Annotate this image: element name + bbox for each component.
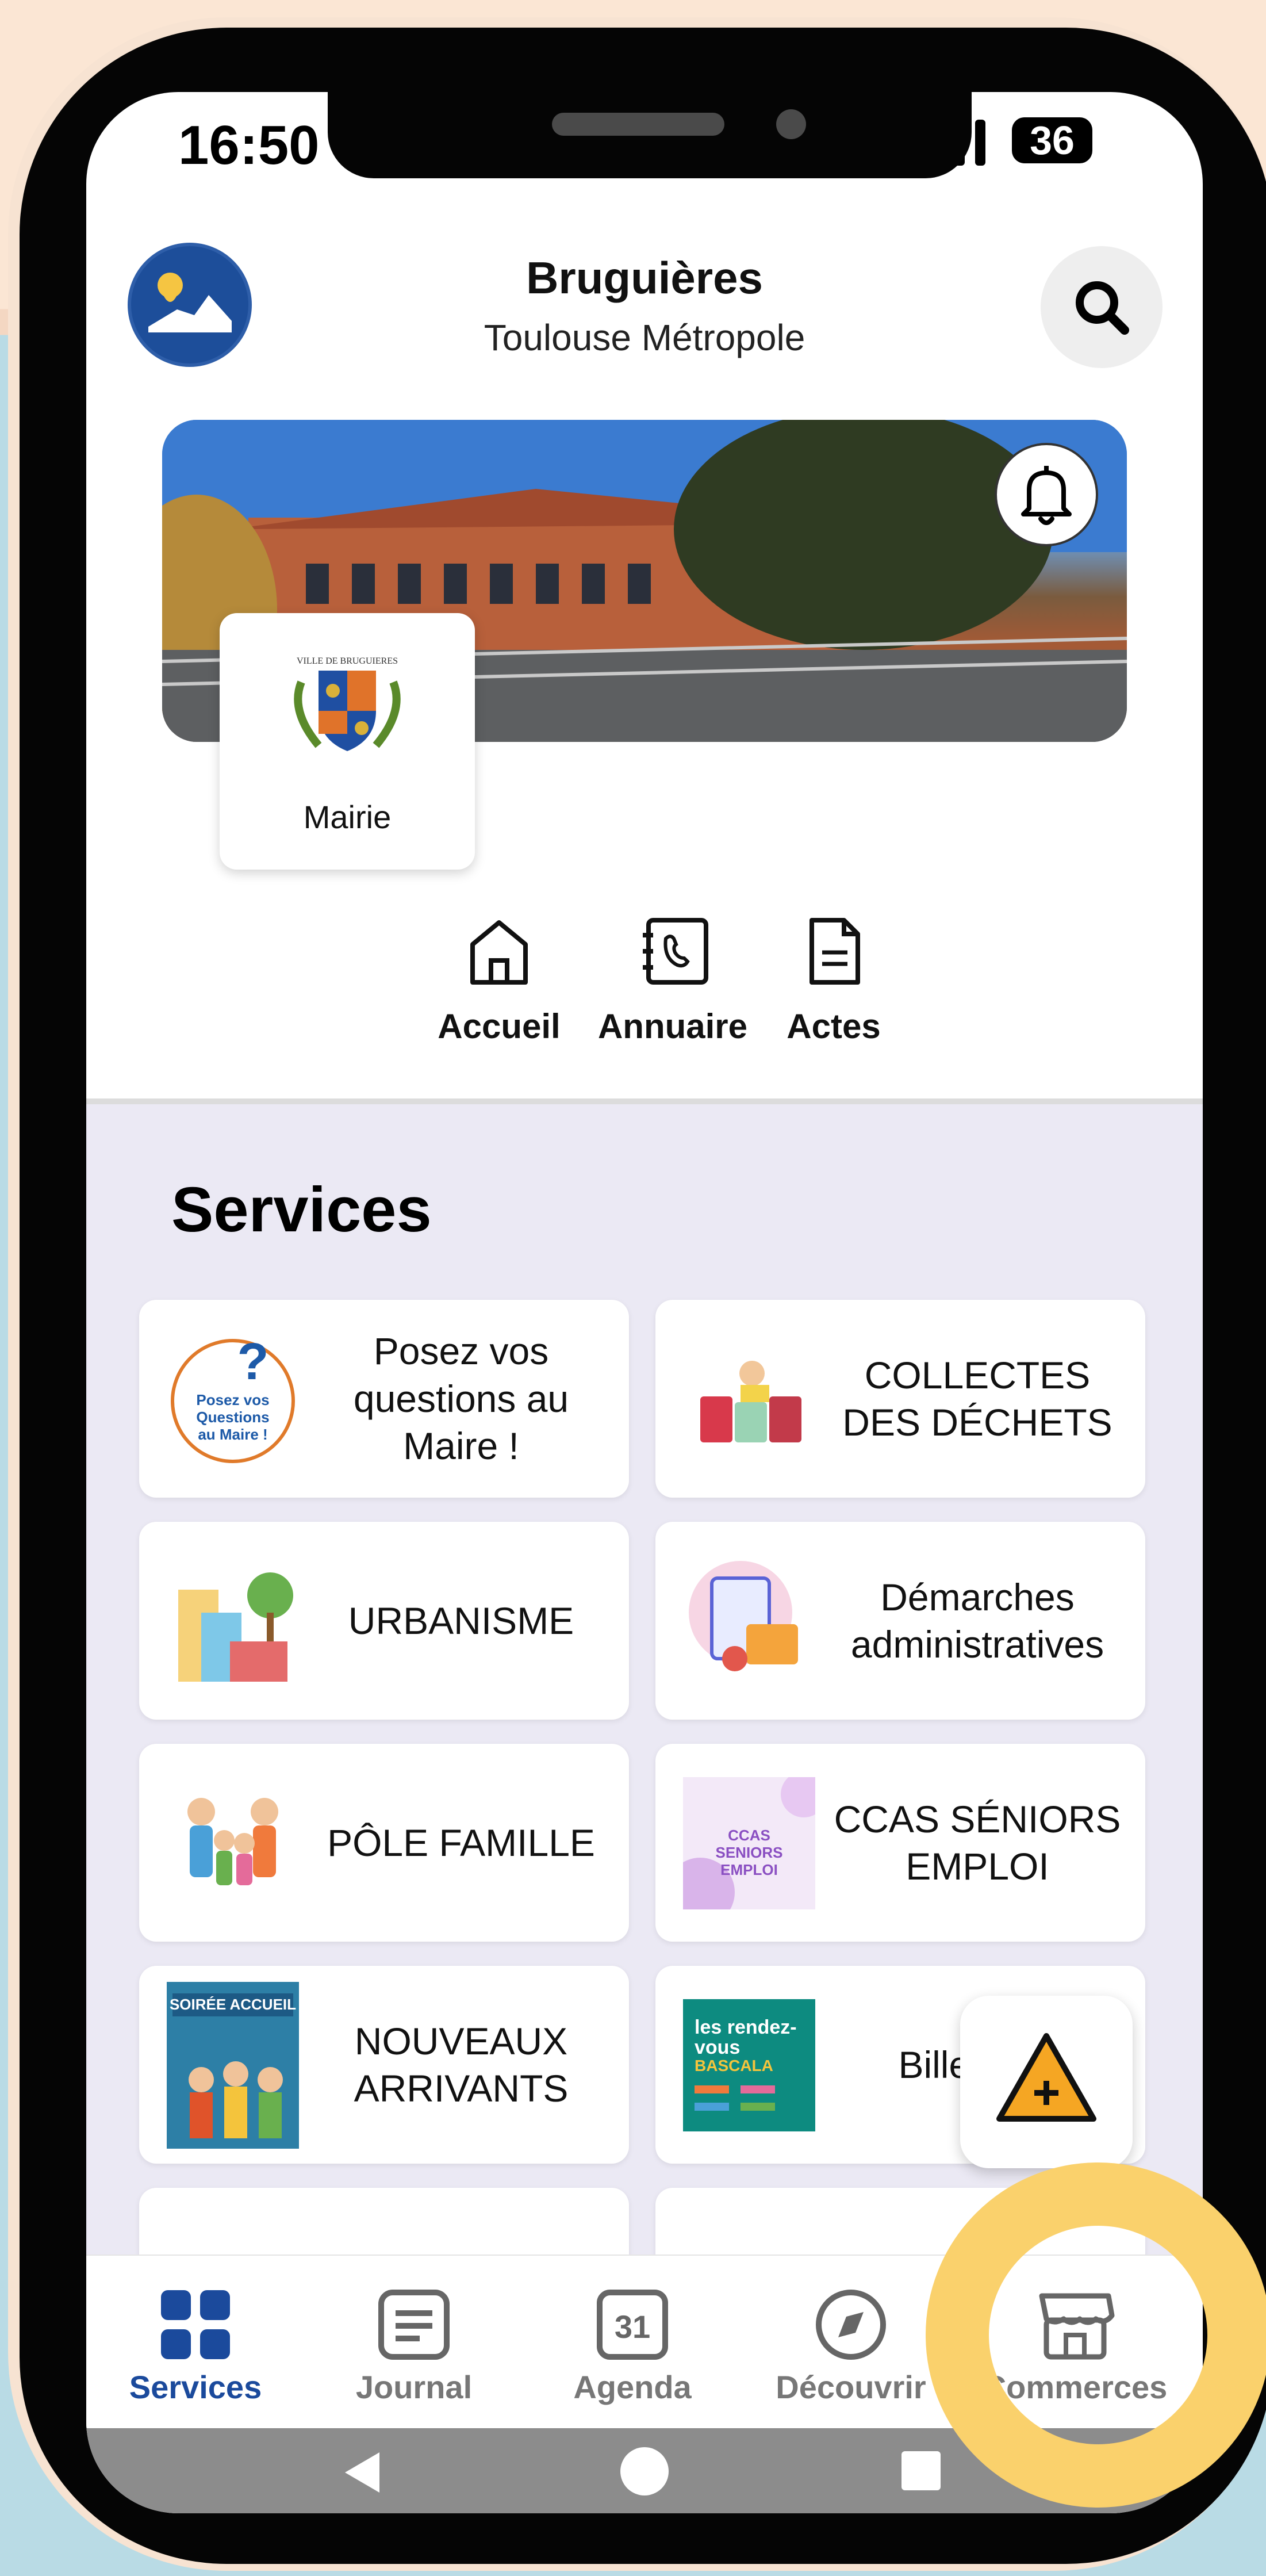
city-buildings-icon [178, 1572, 293, 1682]
nouveaux-arrivants-thumb: SOIRÉE ACCUEIL [167, 1982, 299, 2149]
crest-text: VILLE DE BRUGUIERES [297, 656, 398, 666]
svg-text:EMPLOI: EMPLOI [720, 1861, 778, 1878]
service-card-collectes-dechets[interactable]: COLLECTES DES DÉCHETS [655, 1300, 1145, 1498]
tab-label: Journal [355, 2369, 473, 2405]
warning-plus-icon [996, 2033, 1096, 2122]
service-label: URBANISME [348, 1599, 574, 1642]
status-time: 16:50 [178, 114, 320, 176]
service-card-pole-famille[interactable]: PÔLE FAMILLE [139, 1744, 629, 1942]
svg-text:?: ? [237, 1333, 269, 1391]
commerces-highlight-ring [926, 2162, 1266, 2508]
report-alert-button[interactable] [960, 1996, 1133, 2168]
home-icon [470, 920, 528, 985]
battery-indicator: 36 [1012, 117, 1092, 163]
svg-text:les rendez-: les rendez- [695, 2016, 797, 2038]
svg-text:CCAS: CCAS [728, 1827, 770, 1844]
svg-text:vous: vous [695, 2037, 740, 2058]
document-icon [810, 918, 860, 985]
tab-journal[interactable]: Journal [305, 2256, 523, 2428]
notifications-button[interactable] [995, 443, 1098, 546]
tab-agenda[interactable]: 31 Agenda [523, 2256, 742, 2428]
quick-nav-accueil-label[interactable]: Accueil [401, 1006, 597, 1046]
tab-label: Agenda [573, 2369, 692, 2405]
service-card-nouveaux-arrivants[interactable]: SOIRÉE ACCUEIL NOUVEAUX ARRIVANTS [139, 1966, 629, 2164]
mairie-crest-icon: VILLE DE BRUGUIERES [294, 656, 401, 751]
recent-apps-icon[interactable] [898, 2448, 944, 2494]
service-card-urbanisme[interactable]: URBANISME [139, 1522, 629, 1720]
city-name: Bruguières [526, 252, 763, 303]
svg-text:BASCALA: BASCALA [695, 2057, 773, 2074]
service-card-demarches[interactable]: Démarches administratives [655, 1522, 1145, 1720]
tab-label: Découvrir [776, 2369, 926, 2405]
phone-book-icon [643, 918, 708, 985]
services-title: Services [171, 1174, 432, 1245]
camera [776, 109, 806, 139]
divider [86, 1098, 1203, 1104]
waste-bins-icon [700, 1361, 801, 1442]
calendar-icon: 31 [597, 2290, 668, 2360]
questions-maire-thumb: ? Posez vos Questions au Maire ! [171, 1333, 295, 1463]
service-label: Démarches administratives [850, 1575, 1104, 1666]
svg-text:SOIRÉE ACCUEIL: SOIRÉE ACCUEIL [170, 1996, 296, 2013]
region-name: Toulouse Métropole [484, 317, 805, 358]
family-icon [187, 1798, 278, 1885]
bell-icon [1021, 466, 1072, 525]
bascala-thumb: les rendez- vous BASCALA [683, 1999, 815, 2131]
home-nav-icon[interactable] [619, 2445, 670, 2497]
svg-text:Questions: Questions [196, 1408, 269, 1426]
search-icon [1076, 281, 1129, 335]
admin-documents-icon [689, 1561, 798, 1671]
back-icon[interactable] [339, 2447, 391, 2498]
grid-icon [161, 2290, 230, 2359]
ccas-thumb: CCAS SENIORS EMPLOI [683, 1777, 815, 1909]
newspaper-icon [378, 2290, 450, 2360]
mairie-label: Mairie [303, 799, 392, 835]
tab-label: Services [129, 2369, 262, 2405]
svg-text:Posez vos: Posez vos [196, 1391, 269, 1408]
search-button[interactable] [1041, 246, 1163, 368]
calendar-day: 31 [615, 2309, 650, 2345]
service-card-ccas[interactable]: CCAS SENIORS EMPLOI CCAS SÉNIORS EMPLOI [655, 1744, 1145, 1942]
service-card-questions-maire[interactable]: ? Posez vos Questions au Maire ! Posez v… [139, 1300, 629, 1498]
svg-text:au Maire !: au Maire ! [198, 1426, 267, 1443]
svg-text:SENIORS: SENIORS [715, 1844, 782, 1861]
quick-nav-actes-label[interactable]: Actes [736, 1006, 931, 1046]
service-label: COLLECTES DES DÉCHETS [842, 1353, 1112, 1444]
service-label: PÔLE FAMILLE [327, 1821, 595, 1864]
service-label: Posez vos questions au Maire ! [353, 1330, 569, 1468]
phone-screen: 16:50 36 Bruguières Toulouse Métropole V… [86, 92, 1203, 2513]
service-label: CCAS SÉNIORS EMPLOI [834, 1797, 1121, 1888]
tab-services[interactable]: Services [86, 2256, 305, 2428]
service-label: NOUVEAUX ARRIVANTS [354, 2019, 569, 2110]
speaker [552, 113, 724, 136]
